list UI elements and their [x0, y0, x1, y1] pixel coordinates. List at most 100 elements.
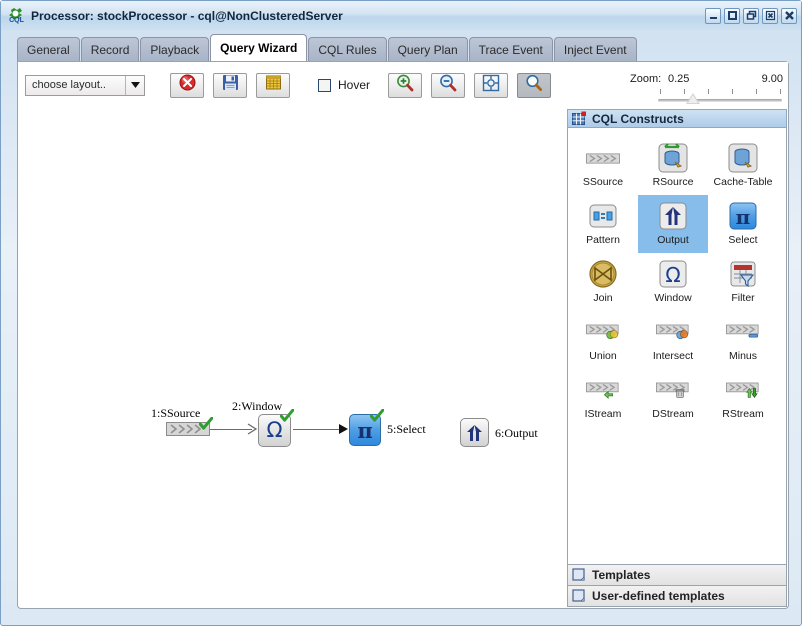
magnifier-minus-icon — [439, 74, 457, 97]
node-output[interactable] — [460, 418, 489, 447]
palette-label-rsource: RSource — [652, 176, 694, 188]
palette-item-ssource[interactable]: SSource — [568, 137, 638, 195]
palette-label-union: Union — [589, 350, 617, 362]
window-title: Processor: stockProcessor - cql@NonClust… — [31, 8, 343, 23]
palette-label-filter: Filter — [731, 292, 755, 304]
red-x-circle-icon — [179, 74, 196, 96]
tab-strip: General Record Playback Query Wizard CQL… — [17, 34, 638, 61]
stream-minus-icon — [726, 315, 760, 349]
stream-delete-trash-icon — [656, 373, 690, 407]
palette-item-cache-table[interactable]: Cache-Table — [708, 137, 778, 195]
node-window[interactable]: Ω — [258, 409, 294, 447]
user-defined-templates-section[interactable]: User-defined templates — [567, 586, 787, 607]
tab-record[interactable]: Record — [80, 37, 140, 61]
zoom-control-group: Zoom: 0.25 9.00 — [630, 70, 786, 106]
floppy-disk-icon — [222, 74, 239, 96]
zoom-select-button[interactable] — [517, 72, 552, 98]
svg-text:CQL: CQL — [9, 17, 25, 24]
palette-item-rstream[interactable]: RStream — [708, 369, 778, 427]
palette-item-union[interactable]: Union — [568, 311, 638, 369]
stream-union-icon — [586, 315, 620, 349]
layout-combo-value: choose layout.. — [32, 79, 106, 91]
node-label-output: 6:Output — [495, 426, 538, 440]
palette-row-4: Union Intersect Minus — [568, 311, 786, 369]
palette-item-filter[interactable]: Filter — [708, 253, 778, 311]
grid-button[interactable] — [256, 72, 290, 98]
title-bar: CQL Processor: stockProcessor - cql@NonC… — [1, 1, 801, 30]
processor-window: CQL Processor: stockProcessor - cql@NonC… — [0, 0, 802, 626]
omega-window-icon: Ω — [656, 257, 690, 291]
close-all-button[interactable] — [781, 7, 797, 24]
node-label-select: 5:Select — [387, 422, 426, 436]
hover-checkbox-box — [318, 78, 331, 92]
check-icon — [370, 409, 384, 422]
palette-item-pattern[interactable]: Pattern — [568, 195, 638, 253]
palette-label-output: Output — [657, 234, 689, 246]
pi-select-icon: π — [726, 199, 760, 233]
save-button[interactable] — [213, 72, 247, 98]
palette-item-istream[interactable]: IStream — [568, 369, 638, 427]
tab-playback[interactable]: Playback — [140, 37, 210, 61]
zoom-out-button[interactable] — [431, 72, 466, 98]
fit-page-icon — [482, 74, 500, 97]
zoom-slider-thumb[interactable] — [686, 93, 700, 104]
palette-label-select: Select — [728, 234, 758, 246]
palette-label-dstream: DStream — [652, 408, 694, 420]
maximize-button[interactable] — [724, 7, 740, 24]
zoom-in-button[interactable] — [388, 72, 423, 98]
tab-general[interactable]: General — [17, 37, 80, 61]
stream-relation-arrows-icon — [726, 373, 760, 407]
tab-query-wizard[interactable]: Query Wizard — [210, 34, 308, 61]
palette-row-1: SSource RSource Cache-Table — [568, 137, 786, 195]
query-diagram-canvas[interactable]: 1:SSource 2:Window Ω π 5:Select 6:Output — [19, 109, 564, 607]
cql-constructs-header[interactable]: CQL Constructs — [567, 109, 787, 128]
delete-button[interactable] — [170, 72, 204, 98]
join-bowtie-icon — [586, 257, 620, 291]
templates-label: Templates — [592, 568, 651, 582]
query-wizard-panel: choose layout.. Hover Zoom: 0.25 9.00 1:… — [17, 61, 789, 609]
restore-button[interactable] — [743, 7, 759, 24]
tab-query-plan[interactable]: Query Plan — [387, 37, 468, 61]
folder-square-icon — [572, 589, 586, 603]
palette-item-window[interactable]: Ω Window — [638, 253, 708, 311]
yellow-grid-icon — [265, 74, 282, 96]
layout-combo[interactable]: choose layout.. — [25, 74, 145, 96]
palette-label-intersect: Intersect — [652, 350, 694, 362]
blue-grid-icon — [572, 111, 587, 126]
fit-to-page-button[interactable] — [474, 72, 509, 98]
stream-insert-arrow-icon — [586, 373, 620, 407]
tab-cql-rules[interactable]: CQL Rules — [308, 37, 387, 61]
palette-item-minus[interactable]: Minus — [708, 311, 778, 369]
palette-item-rsource[interactable]: RSource — [638, 137, 708, 195]
tab-trace-event[interactable]: Trace Event — [468, 37, 553, 61]
palette-row-5: IStream DStream RStream — [568, 369, 786, 427]
omega-glyph: Ω — [266, 418, 283, 442]
palette-item-join[interactable]: Join — [568, 253, 638, 311]
palette-item-output[interactable]: Output — [638, 195, 708, 253]
check-icon — [199, 417, 213, 430]
palette-label-cache-table: Cache-Table — [713, 176, 773, 188]
magnifier-icon — [525, 74, 543, 97]
cache-table-icon — [726, 141, 760, 175]
hover-checkbox[interactable]: Hover — [318, 78, 370, 92]
palette-item-intersect[interactable]: Intersect — [638, 311, 708, 369]
stream-intersect-icon — [656, 315, 690, 349]
templates-section[interactable]: Templates — [567, 565, 787, 586]
minimize-button[interactable] — [705, 7, 721, 24]
cql-icon: CQL — [8, 7, 25, 24]
hover-label: Hover — [338, 78, 371, 92]
tab-inject-event[interactable]: Inject Event — [553, 37, 637, 61]
close-x-button[interactable] — [762, 7, 778, 24]
node-ssource[interactable] — [166, 417, 213, 436]
magnifier-plus-icon — [396, 74, 414, 97]
window-controls — [705, 7, 797, 24]
palette-label-istream: IStream — [584, 408, 622, 420]
node-select[interactable]: π — [349, 409, 384, 446]
cql-constructs-title: CQL Constructs — [592, 111, 684, 126]
edge-ssource-window — [209, 429, 252, 430]
palette-item-select[interactable]: π Select — [708, 195, 778, 253]
user-defined-templates-label: User-defined templates — [592, 589, 725, 603]
palette-row-2: Pattern Output π Select — [568, 195, 786, 253]
zoom-slider-track[interactable] — [658, 99, 782, 102]
palette-item-dstream[interactable]: DStream — [638, 369, 708, 427]
